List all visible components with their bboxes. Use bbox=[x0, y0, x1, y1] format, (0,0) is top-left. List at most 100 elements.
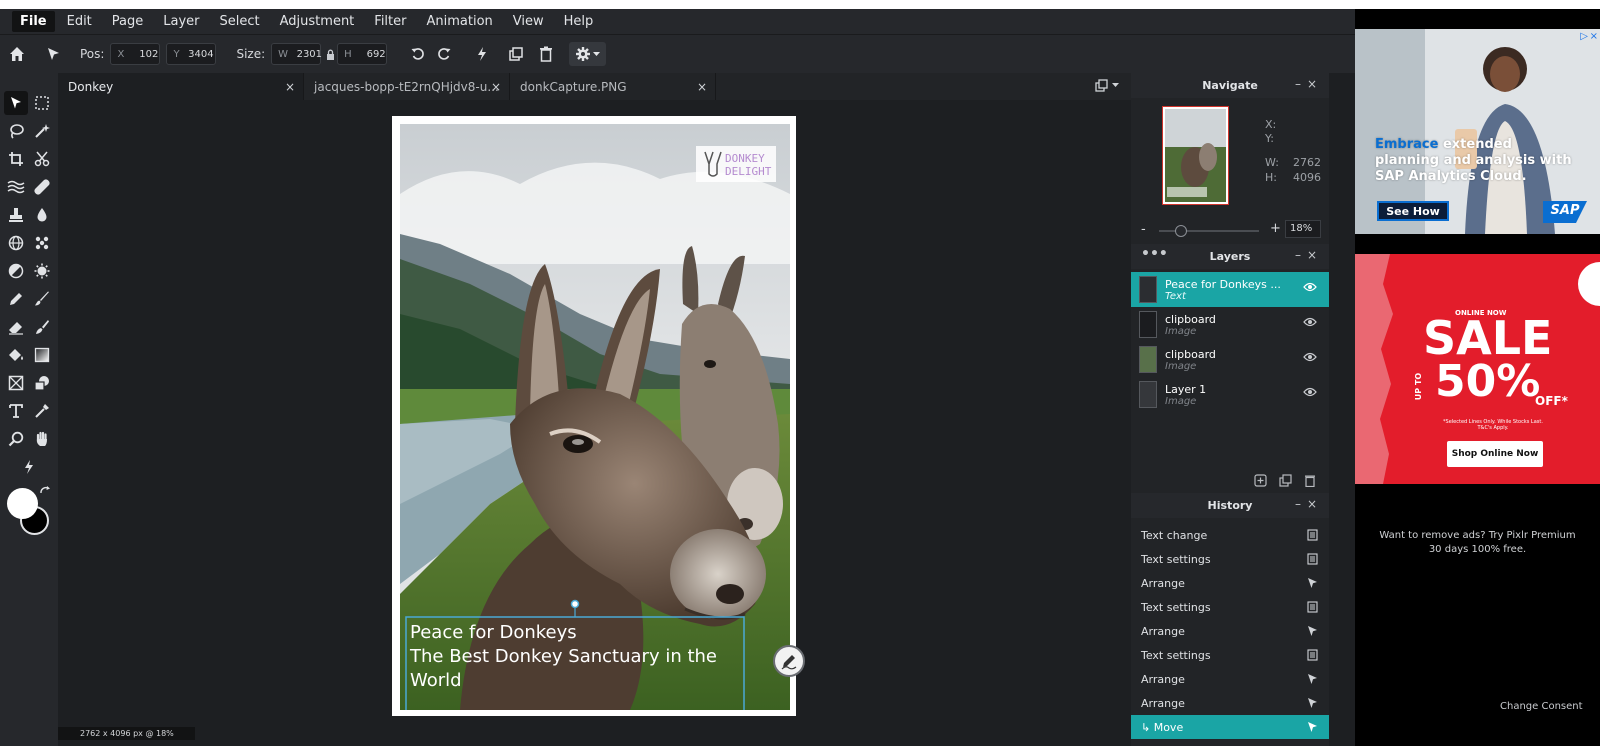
tab-close-icon[interactable]: × bbox=[285, 80, 295, 94]
edit-text-icon[interactable] bbox=[773, 645, 805, 677]
history-item[interactable]: Text change bbox=[1131, 523, 1329, 547]
text-tool-icon[interactable] bbox=[4, 399, 28, 423]
crop-tool-icon[interactable] bbox=[4, 147, 28, 171]
sap-ad[interactable]: ▷ × Embrace extended planning and analys… bbox=[1355, 29, 1600, 234]
menu-filter[interactable]: Filter bbox=[366, 11, 414, 32]
width-field[interactable]: W 2301 bbox=[271, 43, 322, 65]
panel-minimize-close-icon[interactable]: –× bbox=[1295, 77, 1323, 91]
cutout-scissors-icon[interactable] bbox=[30, 147, 54, 171]
tab-close-icon[interactable]: × bbox=[697, 80, 707, 94]
lasso-tool-icon[interactable] bbox=[4, 119, 28, 143]
history-item[interactable]: Arrange bbox=[1131, 571, 1329, 595]
layer-row[interactable]: clipboard Image bbox=[1131, 342, 1329, 377]
redo-icon[interactable] bbox=[431, 41, 457, 67]
eraser-tool-icon[interactable] bbox=[4, 315, 28, 339]
gradient-tool-icon[interactable] bbox=[30, 343, 54, 367]
clone-stamp-icon[interactable] bbox=[4, 203, 28, 227]
quick-action-icon[interactable] bbox=[469, 41, 495, 67]
add-layer-icon[interactable] bbox=[1254, 472, 1267, 491]
dots-tool-icon[interactable] bbox=[30, 231, 54, 255]
history-item[interactable]: Arrange bbox=[1131, 691, 1329, 715]
zoom-out-button[interactable]: - bbox=[1141, 222, 1146, 237]
visibility-eye-icon[interactable] bbox=[1303, 387, 1317, 401]
swap-colors-icon[interactable] bbox=[38, 485, 52, 499]
foreground-color-swatch[interactable] bbox=[7, 488, 38, 519]
sap-see-how-button[interactable]: See How bbox=[1377, 201, 1449, 221]
duplicate-layer-icon[interactable] bbox=[1279, 472, 1292, 491]
history-item[interactable]: Arrange bbox=[1131, 667, 1329, 691]
home-icon[interactable] bbox=[4, 41, 30, 67]
history-item[interactable]: Text settings bbox=[1131, 643, 1329, 667]
window-layout-icon[interactable] bbox=[1095, 79, 1119, 92]
visibility-eye-icon[interactable] bbox=[1303, 282, 1317, 296]
hand-tool-icon[interactable] bbox=[30, 427, 54, 451]
quick-action-tool-icon[interactable] bbox=[17, 455, 41, 479]
trash-icon[interactable] bbox=[533, 41, 559, 67]
menu-view[interactable]: View bbox=[505, 11, 552, 32]
menu-adjustment[interactable]: Adjustment bbox=[272, 11, 363, 32]
menu-select[interactable]: Select bbox=[212, 11, 268, 32]
heal-tool-icon[interactable] bbox=[30, 175, 54, 199]
shop-online-button[interactable]: Shop Online Now bbox=[1447, 441, 1543, 467]
eyedropper-icon[interactable] bbox=[30, 399, 54, 423]
sponge-tool-icon[interactable] bbox=[30, 259, 54, 283]
pen-tool-icon[interactable] bbox=[4, 287, 28, 311]
document-canvas[interactable]: DONKEY DELIGHT Peace for Donkeys The Bes… bbox=[392, 116, 796, 716]
more-options-icon[interactable]: ••• bbox=[1141, 246, 1168, 262]
history-item-current[interactable]: ↳ Move bbox=[1131, 715, 1329, 739]
arrange-tool-icon[interactable] bbox=[4, 91, 28, 115]
menu-layer[interactable]: Layer bbox=[155, 11, 207, 32]
panel-minimize-close-icon[interactable]: –× bbox=[1295, 497, 1323, 511]
zoom-tool-icon[interactable] bbox=[4, 427, 28, 451]
navigator-thumbnail[interactable] bbox=[1162, 106, 1229, 205]
frame-tool-icon[interactable] bbox=[4, 371, 28, 395]
zoom-slider-handle[interactable] bbox=[1174, 225, 1187, 237]
pos-y-field[interactable]: Y 3404 bbox=[166, 43, 217, 65]
color-replace-icon[interactable] bbox=[30, 315, 54, 339]
menu-animation[interactable]: Animation bbox=[418, 11, 500, 32]
layer-row[interactable]: Peace for Donkeys ... Text bbox=[1131, 272, 1329, 307]
undo-icon[interactable] bbox=[405, 41, 431, 67]
menu-page[interactable]: Page bbox=[104, 11, 151, 32]
menu-help[interactable]: Help bbox=[556, 11, 602, 32]
marquee-tool-icon[interactable] bbox=[30, 91, 54, 115]
globe-tool-icon[interactable] bbox=[4, 231, 28, 255]
liquify-tool-icon[interactable] bbox=[4, 175, 28, 199]
tab-donkcapture[interactable]: donkCapture.PNG × bbox=[510, 73, 716, 100]
brush-tool-icon[interactable] bbox=[30, 287, 54, 311]
fill-bucket-icon[interactable] bbox=[4, 343, 28, 367]
lock-icon[interactable] bbox=[323, 41, 337, 67]
layer-row[interactable]: clipboard Image bbox=[1131, 307, 1329, 342]
premium-upsell-text[interactable]: Want to remove ads? Try Pixlr Premium 30… bbox=[1375, 529, 1580, 557]
tab-close-icon[interactable]: × bbox=[491, 80, 501, 94]
canvas-workspace[interactable]: DONKEY DELIGHT Peace for Donkeys The Bes… bbox=[58, 100, 1131, 746]
pos-x-field[interactable]: X 102 bbox=[110, 43, 161, 65]
shape-tool-icon[interactable] bbox=[30, 371, 54, 395]
height-field[interactable]: H 692 bbox=[337, 43, 388, 65]
menu-edit[interactable]: Edit bbox=[59, 11, 100, 32]
menu-file[interactable]: File bbox=[12, 11, 55, 32]
delete-layer-icon[interactable] bbox=[1304, 472, 1316, 491]
move-tool-icon[interactable] bbox=[40, 41, 66, 67]
zoom-value-field[interactable]: 18% bbox=[1285, 220, 1321, 238]
visibility-eye-icon[interactable] bbox=[1303, 352, 1317, 366]
settings-dropdown-button[interactable] bbox=[569, 42, 607, 66]
history-item[interactable]: Text settings bbox=[1131, 595, 1329, 619]
visibility-eye-icon[interactable] bbox=[1303, 317, 1317, 331]
history-item[interactable]: Arrange bbox=[1131, 619, 1329, 643]
blur-drop-icon[interactable] bbox=[30, 203, 54, 227]
zoom-in-button[interactable]: + bbox=[1270, 221, 1281, 236]
zoom-slider[interactable] bbox=[1159, 225, 1259, 237]
tab-donkey[interactable]: Donkey × bbox=[58, 73, 304, 100]
duplicate-icon[interactable] bbox=[503, 41, 529, 67]
magic-wand-icon[interactable] bbox=[30, 119, 54, 143]
tab-jacques-bopp[interactable]: jacques-bopp-tE2rnQHjdv8-u... × bbox=[304, 73, 510, 100]
sale-ad[interactable]: ONLINE NOW SALE UP TO 50% OFF* *Selected… bbox=[1355, 254, 1600, 484]
dodge-burn-icon[interactable] bbox=[4, 259, 28, 283]
panel-minimize-close-icon[interactable]: –× bbox=[1295, 248, 1323, 262]
history-item[interactable]: Text settings bbox=[1131, 547, 1329, 571]
change-consent-link[interactable]: Change Consent bbox=[1500, 701, 1583, 712]
ad-close-icon[interactable]: × bbox=[1590, 31, 1598, 42]
ad-info-icon[interactable]: ▷ bbox=[1580, 31, 1588, 42]
layer-row[interactable]: Layer 1 Image bbox=[1131, 377, 1329, 412]
